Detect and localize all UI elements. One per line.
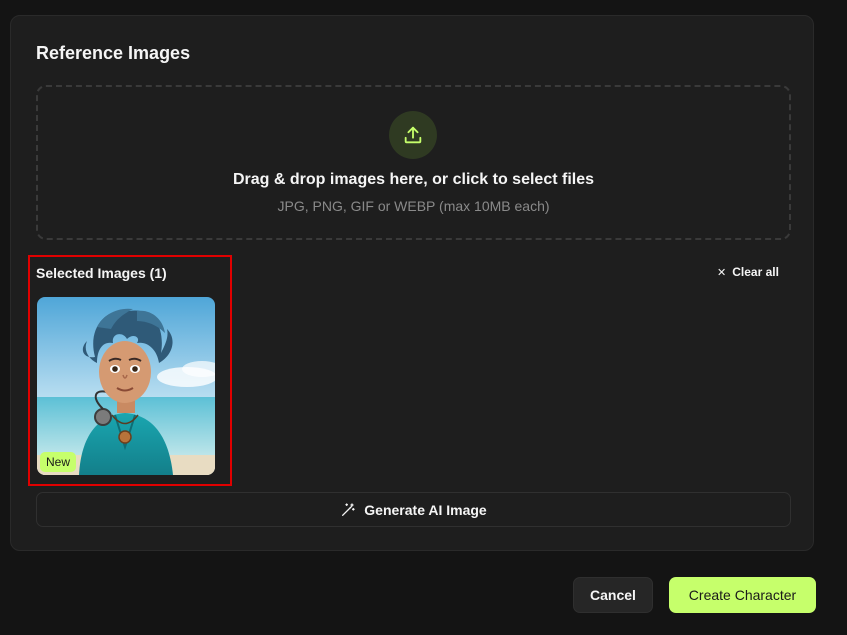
character-image (37, 297, 215, 475)
upload-icon (389, 111, 437, 159)
selected-image-thumbnail[interactable]: New (37, 297, 215, 475)
generate-ai-image-label: Generate AI Image (364, 501, 487, 518)
create-character-button[interactable]: Create Character (669, 577, 816, 613)
magic-wand-icon (342, 502, 355, 516)
generate-ai-image-button[interactable]: Generate AI Image (36, 492, 791, 527)
dropzone-title: Drag & drop images here, or click to sel… (232, 171, 594, 188)
new-badge: New (40, 452, 77, 472)
clear-all-button[interactable]: ✕ Clear all (717, 265, 779, 279)
cancel-button[interactable]: Cancel (573, 577, 653, 613)
panel-title: Reference Images (36, 43, 191, 63)
close-icon: ✕ (717, 266, 727, 279)
dropzone-subtitle: JPG, PNG, GIF or WEBP (max 10MB each) (277, 198, 550, 214)
clear-all-label: Clear all (732, 265, 779, 279)
selected-images-label: Selected Images (1) (36, 265, 167, 281)
image-dropzone[interactable]: Drag & drop images here, or click to sel… (36, 85, 791, 240)
reference-images-panel: Reference Images Drag & drop images here… (10, 15, 814, 551)
